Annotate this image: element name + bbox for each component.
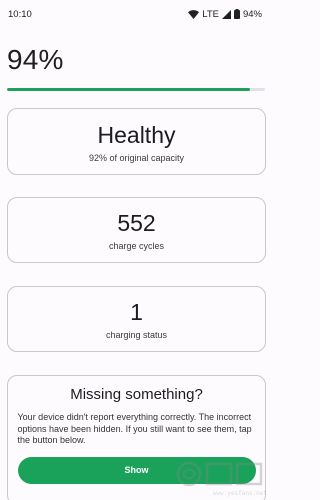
battery-progress-bar [7, 88, 265, 91]
watermark-text: www.yesfans.net [212, 490, 267, 497]
wifi-icon [188, 9, 200, 19]
charging-status-value: 1 [130, 299, 143, 325]
status-bar: 10:10 LTE 94% [0, 0, 271, 28]
network-type-label: LTE [202, 8, 219, 20]
status-icons: LTE 94% [188, 9, 262, 20]
missing-info-description: Your device didn't report everything cor… [17, 412, 252, 445]
charging-status-label: charging status [105, 330, 168, 340]
health-card: Healthy 92% of original capacity [7, 108, 266, 175]
charge-cycles-card: 552 charge cycles [7, 197, 266, 263]
charge-cycles-label: charge cycles [108, 241, 165, 251]
charging-status-card: 1 charging status [7, 286, 266, 352]
health-label: 92% of original capacity [88, 152, 185, 163]
health-value: Healthy [97, 121, 176, 148]
battery-percentage: 94% [7, 44, 64, 75]
battery-progress-fill [7, 88, 250, 91]
watermark-logo: www.yesfans.net [175, 459, 267, 497]
battery-icon [233, 9, 240, 19]
battery-percent-status: 94% [242, 8, 262, 20]
charge-cycles-value: 552 [117, 210, 156, 236]
clock: 10:10 [8, 8, 32, 20]
missing-info-title: Missing something? [70, 386, 203, 403]
signal-icon [221, 9, 231, 19]
